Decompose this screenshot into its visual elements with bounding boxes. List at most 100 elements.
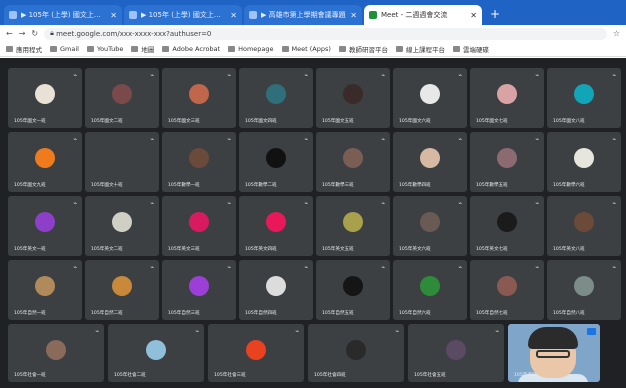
forward-arrow-icon[interactable]: → — [19, 29, 26, 38]
mic-muted-icon: ⌁ — [150, 264, 154, 271]
participant-name: 105年英文五班 — [322, 247, 354, 252]
back-arrow-icon[interactable]: ← — [6, 29, 13, 38]
participant-tile[interactable]: ⌁ 105年自然六班 — [393, 260, 467, 320]
mic-muted-icon: ⌁ — [535, 264, 539, 271]
mic-muted-icon: ⌁ — [150, 72, 154, 79]
bookmark-item[interactable]: 線上課程平台 — [395, 44, 445, 54]
participant-tile[interactable]: ⌁ 105年英文三班 — [162, 196, 236, 256]
participant-avatar — [343, 84, 363, 105]
tab-favicon-icon — [129, 11, 137, 19]
bookmark-item[interactable]: Meet (Apps) — [281, 45, 331, 53]
participant-avatar — [146, 339, 166, 360]
mic-muted-icon: ⌁ — [381, 136, 385, 143]
participant-tile[interactable]: ⌁ 105年國文三班 — [162, 68, 236, 128]
participant-tile[interactable]: ⌁ 105年英文五班 — [316, 196, 390, 256]
participant-name: 105年國文一班 — [14, 119, 46, 124]
participant-name: 105年社會一班 — [14, 373, 46, 378]
participant-tile[interactable]: ⌁ 105年數學三班 — [316, 132, 390, 192]
bookmark-item[interactable]: 地圖 — [131, 44, 154, 54]
bookmark-icon — [6, 46, 13, 52]
self-video-hair — [528, 327, 578, 349]
participant-avatar — [420, 84, 440, 105]
reload-icon[interactable]: ↻ — [31, 29, 38, 38]
new-tab-button[interactable]: + — [490, 7, 500, 21]
participant-tile[interactable]: ⌁ 105年英文一班 — [8, 196, 82, 256]
participant-tile[interactable]: ⌁ 105年國文五班 — [316, 68, 390, 128]
participant-tile[interactable]: ⌁ 105年英文七班 — [470, 196, 544, 256]
tab-close-icon[interactable]: ✕ — [230, 11, 237, 20]
participant-name: 105年英文四班 — [245, 247, 277, 252]
participant-avatar — [189, 212, 209, 233]
participant-tile[interactable]: ⌁ 105年英文二班 — [85, 196, 159, 256]
participant-avatar — [35, 84, 55, 105]
participant-tile[interactable]: ⌁ 105年國文八班 — [547, 68, 621, 128]
participant-avatar — [35, 148, 55, 169]
participant-tile[interactable]: ⌁ 105年社會一班 — [8, 324, 104, 382]
pin-icon[interactable] — [587, 328, 596, 335]
bookmark-icon — [452, 46, 460, 52]
participant-tile[interactable]: ⌁ 105年英文八班 — [547, 196, 621, 256]
participant-tile[interactable]: ⌁ 105年國文六班 — [393, 68, 467, 128]
mic-muted-icon: ⌁ — [381, 264, 385, 271]
address-url: meet.google.com/xxx-xxxx-xxx?authuser=0 — [56, 29, 212, 38]
tab-close-icon[interactable]: ✕ — [350, 11, 357, 20]
browser-tab[interactable]: ▶ 105年 (上學) 國文上記錄專區 | 教學✕ — [4, 5, 122, 25]
participant-tile[interactable]: ⌁ 105年英文六班 — [393, 196, 467, 256]
bookmark-item[interactable]: Homepage — [228, 45, 274, 53]
participant-name: 105年國文六班 — [399, 119, 431, 124]
bookmark-item[interactable]: 雲端硬碟 — [452, 44, 489, 54]
mic-muted-icon: ⌁ — [227, 200, 231, 207]
participant-tile[interactable]: ⌁ 105年社會四班 — [308, 324, 404, 382]
participant-tile[interactable]: ⌁ 105年社會三班 — [208, 324, 304, 382]
participant-tile[interactable]: ⌁ 105年社會五班 — [408, 324, 504, 382]
participant-tile[interactable]: ⌁ 105年自然一班 — [8, 260, 82, 320]
participant-avatar — [266, 276, 286, 297]
participant-tile[interactable]: ⌁ 105年國文九班 — [8, 132, 82, 192]
browser-tab[interactable]: ▶ 高雄市第上學期會議專題 ✕ — [244, 5, 362, 25]
participant-name: 105年國文九班 — [14, 183, 46, 188]
bookmark-item[interactable]: YouTube — [86, 45, 123, 53]
browser-tab[interactable]: ▶ 105年 (上學) 國文上記錄專區 | 教學✕ — [124, 5, 242, 25]
participant-name: 105年數學一班 — [168, 183, 200, 188]
mic-muted-icon: ⌁ — [150, 136, 154, 143]
mic-muted-icon: ⌁ — [535, 136, 539, 143]
participant-tile[interactable]: ⌁ 105年數學六班 — [547, 132, 621, 192]
participant-tile[interactable]: ⌁ 105年國文二班 — [85, 68, 159, 128]
participant-tile[interactable]: ⌁ 105年數學四班 — [393, 132, 467, 192]
tab-title: ▶ 105年 (上學) 國文上記錄專區 | 教學 — [21, 11, 108, 19]
participant-tile[interactable]: ⌁ 105年自然四班 — [239, 260, 313, 320]
bookmark-item[interactable]: 教師研習平台 — [338, 44, 388, 54]
bookmark-icon — [50, 46, 57, 52]
address-bar[interactable]: 🔒︎ meet.google.com/xxx-xxxx-xxx?authuser… — [44, 27, 607, 40]
bookmark-item[interactable]: 應用程式 — [6, 44, 42, 54]
participant-tile[interactable]: ⌁ 105年國文七班 — [470, 68, 544, 128]
bookmark-icon — [228, 46, 236, 52]
participant-tile[interactable]: ⌁ 105年國文四班 — [239, 68, 313, 128]
bookmark-item[interactable]: Gmail — [50, 45, 79, 53]
participant-tile[interactable]: ⌁ 105年自然八班 — [547, 260, 621, 320]
participant-tile[interactable]: ⌁ 105年社會二班 — [108, 324, 204, 382]
participant-avatar — [497, 148, 517, 169]
mic-muted-icon: ⌁ — [495, 328, 499, 335]
participant-tile[interactable]: ⌁ 105年國文十班 — [85, 132, 159, 192]
participant-tile[interactable]: ⌁ 105年英文四班 — [239, 196, 313, 256]
tab-favicon-icon — [9, 11, 17, 19]
tab-close-icon[interactable]: ✕ — [470, 11, 477, 20]
participant-tile[interactable]: ⌁ 105年數學五班 — [470, 132, 544, 192]
browser-tab-active[interactable]: Meet - 二週週會交流 ✕ — [364, 5, 482, 25]
star-icon[interactable]: ☆ — [613, 29, 620, 38]
mic-muted-icon: ⌁ — [612, 200, 616, 207]
bookmark-label: Homepage — [238, 45, 274, 53]
participant-tile[interactable]: ⌁ 105年自然三班 — [162, 260, 236, 320]
bookmarks-bar: 應用程式 Gmail YouTube 地圖 Adobe Acrobat Homepage M… — [0, 42, 626, 57]
tab-title: ▶ 105年 (上學) 國文上記錄專區 | 教學 — [141, 11, 228, 19]
participant-tile[interactable]: ⌁ 105年自然五班 — [316, 260, 390, 320]
bookmark-item[interactable]: Adobe Acrobat — [162, 45, 220, 53]
participant-tile[interactable]: ⌁ 105年自然七班 — [470, 260, 544, 320]
tab-close-icon[interactable]: ✕ — [110, 11, 117, 20]
participant-tile[interactable]: ⌁ 105年自然二班 — [85, 260, 159, 320]
participant-tile[interactable]: ⌁ 105年國文一班 — [8, 68, 82, 128]
self-video-tile[interactable]: 105年導師 — [508, 324, 600, 382]
participant-tile[interactable]: ⌁ 105年數學一班 — [162, 132, 236, 192]
participant-tile[interactable]: ⌁ 105年數學二班 — [239, 132, 313, 192]
